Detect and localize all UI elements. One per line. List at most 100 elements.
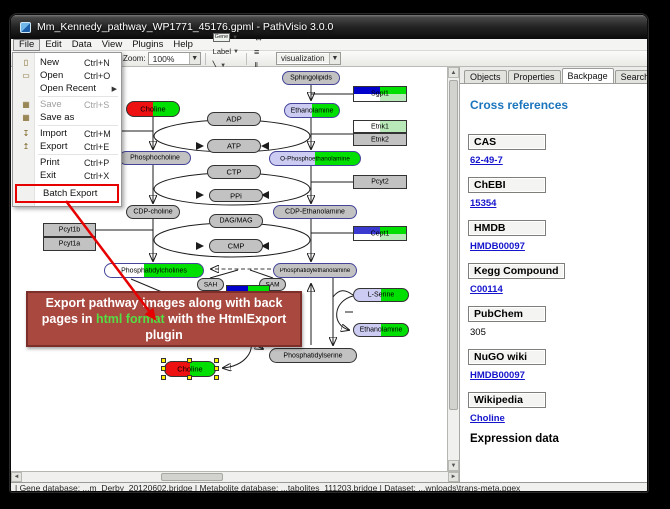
xref-link[interactable]: HMDB00097: [470, 370, 525, 381]
node-label: ADP: [209, 115, 259, 124]
menubar-item-edit[interactable]: Edit: [40, 39, 66, 51]
chevron-down-icon[interactable]: ▼: [329, 53, 340, 64]
menu-item-exit[interactable]: ExitCtrl+X: [14, 169, 120, 182]
xref-link[interactable]: C00114: [470, 284, 503, 295]
gene-node-pcyt1b[interactable]: Pcyt1b: [43, 223, 96, 237]
canvas-vertical-scrollbar[interactable]: ▲ ▼: [447, 67, 459, 471]
app-window: Mm_Kennedy_pathway_WP1771_45176.gpml - P…: [10, 14, 648, 492]
xref-header: HMDB: [468, 220, 546, 236]
align-center-vertical-button[interactable]: ↨: [252, 17, 265, 31]
selection-handle[interactable]: [187, 358, 192, 363]
sidebar-tabs: ObjectsPropertiesBackpageSearchLegend: [460, 67, 648, 83]
metabolite-node-phosphocholine[interactable]: Phosphocholine: [119, 151, 191, 165]
node-label: Phosphocholine: [121, 155, 189, 162]
xref-section-cas: CAS62-49-7: [468, 132, 648, 166]
new-document-icon: ▯: [17, 58, 35, 67]
menubar-item-file[interactable]: File: [13, 39, 40, 51]
metabolite-node-ethanolamine[interactable]: Ethanolamine: [284, 103, 340, 118]
selection-handle[interactable]: [161, 375, 166, 380]
distribute-vertical-button[interactable]: ≡: [252, 45, 265, 59]
toolbar-separator: [246, 53, 247, 65]
metabolite-node-atp[interactable]: ATP: [207, 139, 261, 153]
scroll-left-icon[interactable]: ◄: [11, 472, 22, 482]
xref-header: Wikipedia: [468, 392, 546, 408]
metabolite-node-choline[interactable]: Choline: [126, 101, 180, 117]
selection-handle[interactable]: [214, 366, 219, 371]
metabolite-node-sah[interactable]: SAH: [197, 278, 224, 291]
menubar-item-help[interactable]: Help: [168, 39, 198, 51]
metabolite-node-choline[interactable]: Choline: [164, 361, 216, 377]
xref-section-wikipedia: Wikipedia Choline: [468, 390, 648, 424]
menu-separator: [38, 125, 118, 126]
selection-handle[interactable]: [214, 375, 219, 380]
gene-node-etnk2[interactable]: Etnk2: [353, 133, 407, 146]
selection-handle[interactable]: [214, 358, 219, 363]
metabolite-node-cdp-choline[interactable]: CDP-choline: [126, 205, 180, 219]
metabolite-node-phosphatidylserine[interactable]: Phosphatidylserine: [269, 348, 357, 363]
titlebar[interactable]: Mm_Kennedy_pathway_WP1771_45176.gpml - P…: [11, 15, 647, 39]
menu-item-print[interactable]: PrintCtrl+P: [14, 156, 120, 169]
gene-node-sgpl1[interactable]: Sgpl1: [353, 86, 407, 102]
label-tool[interactable]: Label▼: [211, 45, 241, 59]
chevron-down-icon[interactable]: ▼: [232, 35, 238, 41]
metabolite-node-adp[interactable]: ADP: [207, 112, 261, 126]
node-label: CTP: [209, 168, 259, 177]
xref-link[interactable]: HMDB00097: [470, 241, 525, 252]
menu-item-open[interactable]: ▭OpenCtrl+O: [14, 69, 120, 82]
save-as-icon: ▦: [17, 113, 35, 122]
selection-handle[interactable]: [161, 358, 166, 363]
metabolite-node-cdp-ethanolamine[interactable]: CDP-Ethanolamine: [273, 205, 357, 219]
menu-item-save-as[interactable]: ▦Save as: [14, 111, 120, 124]
horizontal-scroll-thumb[interactable]: [161, 473, 223, 481]
zoom-combobox[interactable]: 100% ▼: [148, 52, 201, 65]
node-label: Pcyt1b: [45, 227, 94, 234]
visualization-combobox[interactable]: visualization ▼: [276, 52, 341, 65]
scroll-down-icon[interactable]: ▼: [448, 460, 459, 471]
tab-objects[interactable]: Objects: [464, 70, 507, 83]
tab-search[interactable]: Search: [615, 70, 648, 83]
tab-backpage[interactable]: Backpage: [562, 68, 614, 83]
metabolite-node-sphingolipids[interactable]: Sphingolipids: [282, 71, 340, 85]
tab-properties[interactable]: Properties: [508, 70, 561, 83]
window-title: Mm_Kennedy_pathway_WP1771_45176.gpml - P…: [37, 21, 333, 33]
selection-handle[interactable]: [161, 366, 166, 371]
xref-link[interactable]: Choline: [470, 413, 505, 424]
gene-node-cept1[interactable]: Cept1: [353, 226, 407, 241]
selection-handle[interactable]: [187, 375, 192, 380]
metabolite-node-ppi[interactable]: PPi: [209, 189, 263, 202]
metabolite-node-phosphatidylethanolamine[interactable]: Phosphatidylethanolamine: [273, 263, 357, 278]
scroll-right-icon[interactable]: ►: [448, 472, 459, 482]
label-tool-label: Label: [213, 47, 231, 57]
gene-node-pcyt2[interactable]: Pcyt2: [353, 175, 407, 189]
menu-item-open-recent[interactable]: Open Recent▶: [14, 82, 120, 95]
canvas-horizontal-scrollbar[interactable]: ◄ ►: [11, 471, 459, 482]
menu-item-label: Open: [35, 70, 84, 81]
chevron-down-icon[interactable]: ▼: [189, 53, 200, 64]
chevron-down-icon[interactable]: ▼: [233, 49, 239, 55]
metabolite-node-l-serine[interactable]: L-Serine: [353, 288, 409, 302]
gene-node-etnk1[interactable]: Etnk1: [353, 120, 407, 133]
menu-item-batch-export[interactable]: Batch Export: [15, 184, 119, 203]
menubar-item-view[interactable]: View: [97, 39, 127, 51]
metabolite-node-ctp[interactable]: CTP: [207, 165, 261, 179]
menu-item-shortcut: Ctrl+P: [84, 158, 120, 168]
metabolite-node-phosphatidylcholines[interactable]: Phosphatidylcholines: [104, 263, 204, 278]
menu-item-save[interactable]: ▦SaveCtrl+S: [14, 98, 120, 111]
xref-value: 305: [470, 327, 486, 338]
menubar-item-plugins[interactable]: Plugins: [127, 39, 168, 51]
menu-item-import[interactable]: ↧ImportCtrl+M: [14, 127, 120, 140]
metabolite-node-o-phosphoethanolamine[interactable]: O-Phosphoethanolamine: [269, 151, 361, 166]
gene-node-pcyt1a[interactable]: Pcyt1a: [43, 237, 96, 251]
gene-tool[interactable]: Gene▼: [211, 31, 241, 45]
menu-item-new[interactable]: ▯NewCtrl+N: [14, 56, 120, 69]
metabolite-node-ethanolamine[interactable]: Ethanolamine: [353, 323, 409, 337]
menubar-item-data[interactable]: Data: [67, 39, 97, 51]
align-center-horizontal-button[interactable]: ↔: [252, 31, 265, 45]
xref-link[interactable]: 62-49-7: [470, 155, 503, 166]
xref-link[interactable]: 15354: [470, 198, 496, 209]
vertical-scroll-thumb[interactable]: [449, 80, 458, 410]
metabolite-node-dag-mag[interactable]: DAG/MAG: [209, 214, 263, 228]
menu-item-export[interactable]: ↥ExportCtrl+E: [14, 140, 120, 153]
scroll-up-icon[interactable]: ▲: [448, 67, 459, 78]
metabolite-node-cmp[interactable]: CMP: [209, 239, 263, 253]
